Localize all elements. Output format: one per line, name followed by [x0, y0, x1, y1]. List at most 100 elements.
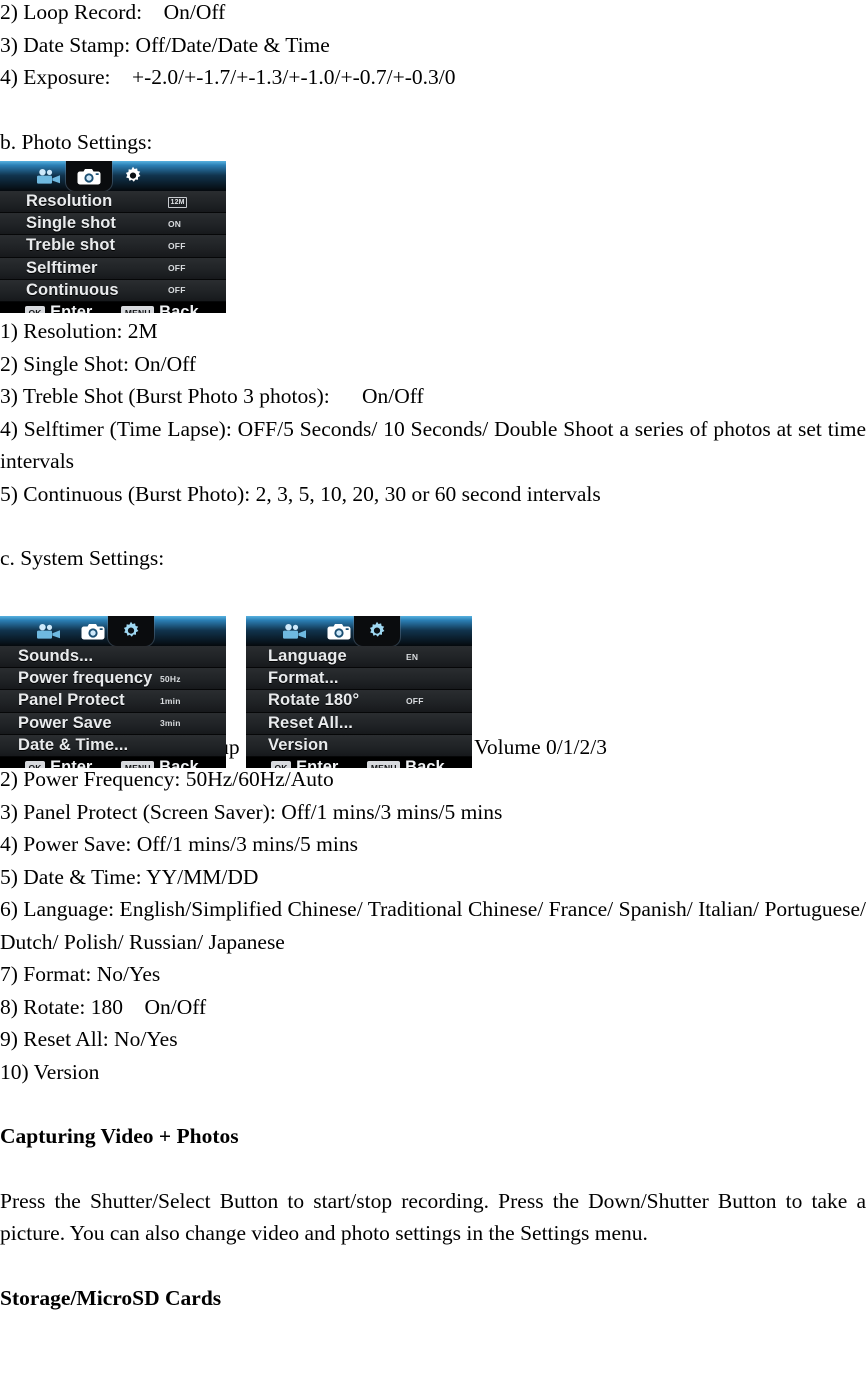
back-label: Back [159, 303, 199, 313]
video-setting-line: 3) Date Stamp: Off/Date/Date & Time [0, 32, 330, 57]
tab-system-mode[interactable] [354, 616, 400, 646]
menu-row-label: Language [268, 647, 347, 666]
menu-row-label: Sounds... [18, 647, 94, 666]
menu-row-label: Format... [268, 669, 339, 688]
footer-back-action[interactable]: MENU Back [367, 758, 445, 768]
photo-camera-icon [77, 168, 101, 185]
menu-row-continuous[interactable]: Continuous OFF [0, 279, 226, 302]
photo-settings-menu-image: Resolution 12M Single shot ON Treble sho… [0, 161, 226, 313]
system-settings-item: 9) Reset All: No/Yes [0, 1027, 178, 1051]
video-camera-icon [36, 623, 62, 639]
photo-settings-heading: b. Photo Settings: [0, 129, 153, 154]
menu-row-label: Selftimer [26, 258, 98, 277]
menu-row-reset-all[interactable]: Reset All... [246, 712, 472, 735]
menu-key-badge: MENU [121, 761, 155, 768]
photo-camera-icon [81, 623, 105, 640]
menu-row-version[interactable]: Version [246, 734, 472, 757]
footer-enter-action[interactable]: OK Enter [25, 758, 92, 768]
video-setting-line: 4) Exposure: +-2.0/+-1.7/+-1.3/+-1.0/+-0… [0, 65, 456, 89]
footer-back-action[interactable]: MENU Back [121, 303, 199, 313]
menu-row-label: Power frequency [18, 669, 153, 688]
ok-key-badge: OK [25, 306, 46, 313]
menu-row-value: EN [406, 651, 419, 662]
tab-system-mode[interactable] [108, 616, 154, 646]
enter-label: Enter [50, 303, 93, 313]
osd-tab-bar [0, 616, 226, 646]
menu-row-format[interactable]: Format... [246, 668, 472, 691]
menu-row-label: Reset All... [268, 713, 353, 732]
menu-row-value: OFF [168, 285, 186, 296]
video-setting-line: 2) Loop Record: On/Off [0, 0, 226, 24]
storage-heading: Storage/MicroSD Cards [0, 1285, 222, 1310]
menu-row-rotate-180[interactable]: Rotate 180° OFF [246, 690, 472, 713]
menu-row-value: ON [168, 218, 182, 229]
tab-photo-mode[interactable] [66, 161, 112, 191]
gear-icon [123, 166, 143, 186]
menu-row-power-frequency[interactable]: Power frequency 50Hz [0, 668, 226, 691]
system-settings-item: 4) Power Save: Off/1 mins/3 mins/5 mins [0, 832, 358, 856]
menu-row-power-save[interactable]: Power Save 3min [0, 712, 226, 735]
system-settings-item: 3) Panel Protect (Screen Saver): Off/1 m… [0, 799, 503, 824]
menu-row-label: Single shot [26, 214, 117, 233]
menu-row-resolution[interactable]: Resolution 12M [0, 191, 226, 214]
menu-row-sounds[interactable]: Sounds... [0, 646, 226, 669]
gear-icon [367, 621, 387, 641]
menu-row-value: OFF [168, 263, 186, 274]
menu-row-value: OFF [406, 695, 424, 706]
menu-row-value: 50Hz [160, 673, 181, 684]
osd-tab-bar [246, 616, 472, 646]
photo-settings-item: 3) Treble Shot (Burst Photo 3 photos): O… [0, 384, 424, 408]
photo-settings-item: 4) Selftimer (Time Lapse): OFF/5 Seconds… [0, 416, 866, 474]
capturing-paragraph: Press the Shutter/Select Button to start… [0, 1188, 866, 1246]
osd-row-list: Sounds... Power frequency 50Hz Panel Pro… [0, 646, 226, 757]
system-settings-item: 5) Date & Time: YY/MM/DD [0, 864, 259, 889]
menu-key-badge: MENU [367, 761, 401, 768]
menu-row-label: Power Save [18, 713, 112, 732]
menu-row-treble-shot[interactable]: Treble shot OFF [0, 235, 226, 258]
document-page: 2) Loop Record: On/Off 3) Date Stamp: Of… [0, 0, 866, 1386]
tab-video-mode[interactable] [272, 616, 318, 646]
system-settings-menu-image-1: Sounds... Power frequency 50Hz Panel Pro… [0, 616, 226, 768]
menu-row-label: Panel Protect [18, 691, 125, 710]
system-settings-menu-image-2: Language EN Format... Rotate 180° OFF Re… [246, 616, 472, 768]
ok-key-badge: OK [271, 761, 292, 768]
photo-settings-item: 2) Single Shot: On/Off [0, 351, 197, 376]
system-settings-item: 7) Format: No/Yes [0, 962, 161, 986]
photo-settings-item: 5) Continuous (Burst Photo): 2, 3, 5, 10… [0, 481, 601, 506]
menu-row-label: Date & Time... [18, 735, 129, 754]
photo-camera-icon [327, 623, 351, 640]
menu-row-value: 1min [160, 695, 181, 706]
menu-row-label: Treble shot [26, 236, 116, 255]
osd-row-list: Language EN Format... Rotate 180° OFF Re… [246, 646, 472, 757]
osd-tab-bar [0, 161, 226, 191]
menu-row-language[interactable]: Language EN [246, 646, 472, 669]
menu-row-single-shot[interactable]: Single shot ON [0, 213, 226, 236]
menu-row-value: OFF [168, 240, 186, 251]
system-settings-item: 6) Language: English/Simplified Chinese/… [0, 897, 866, 954]
back-label: Back [405, 758, 445, 768]
footer-back-action[interactable]: MENU Back [121, 758, 199, 768]
enter-label: Enter [50, 758, 93, 768]
menu-row-value: 3min [160, 718, 181, 729]
menu-row-date-time[interactable]: Date & Time... [0, 734, 226, 757]
system-settings-item: 10) Version [0, 1059, 100, 1084]
enter-label: Enter [296, 758, 339, 768]
footer-enter-action[interactable]: OK Enter [271, 758, 338, 768]
menu-row-label: Resolution [26, 192, 113, 211]
menu-row-panel-protect[interactable]: Panel Protect 1min [0, 690, 226, 713]
osd-footer: OK Enter MENU Back [0, 756, 226, 768]
menu-row-label: Version [268, 735, 329, 754]
photo-settings-item: 1) Resolution: 2M [0, 319, 158, 343]
ok-key-badge: OK [25, 761, 46, 768]
tab-video-mode[interactable] [26, 616, 72, 646]
footer-enter-action[interactable]: OK Enter [25, 303, 92, 313]
osd-footer: OK Enter MENU Back [246, 756, 472, 768]
back-label: Back [159, 758, 199, 768]
menu-row-selftimer[interactable]: Selftimer OFF [0, 257, 226, 280]
tab-system-mode[interactable] [110, 161, 156, 191]
